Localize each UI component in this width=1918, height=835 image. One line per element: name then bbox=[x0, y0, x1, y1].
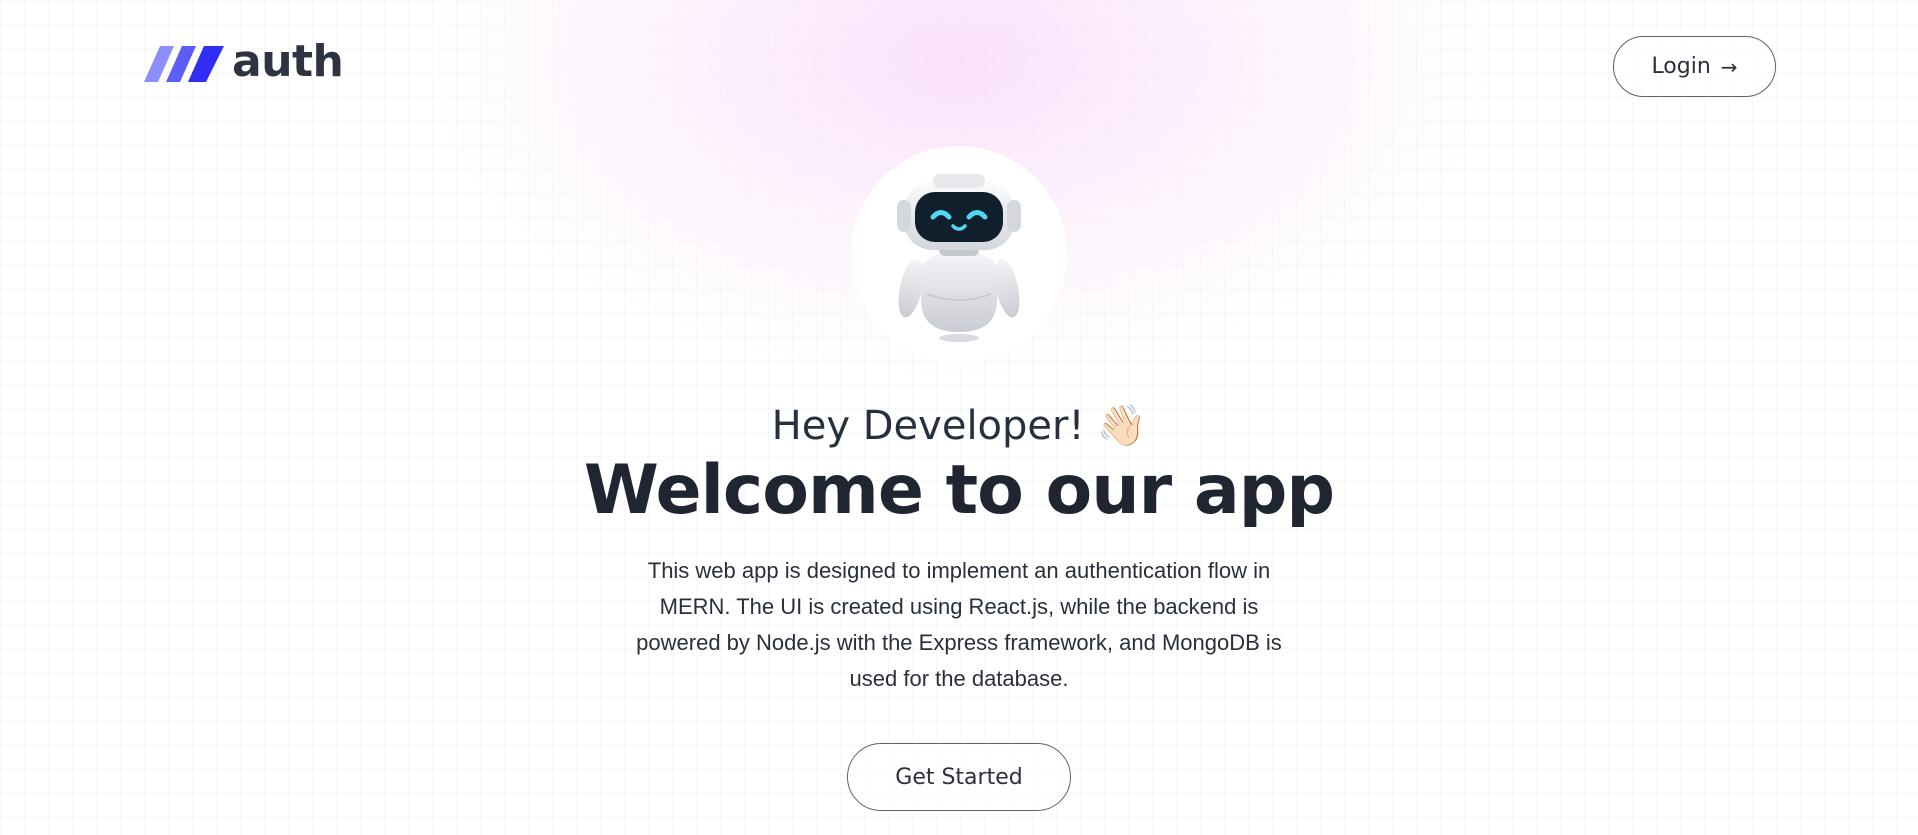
hero-description: This web app is designed to implement an… bbox=[636, 558, 1282, 692]
robot-avatar bbox=[851, 146, 1067, 362]
robot-icon bbox=[897, 174, 1021, 342]
brand-logo[interactable]: auth bbox=[144, 40, 344, 84]
waving-hand-icon: 👋🏻 bbox=[1096, 403, 1147, 449]
greeting-heading: Hey Developer! 👋🏻 bbox=[772, 404, 1147, 448]
brand-name: auth bbox=[232, 36, 344, 87]
login-label: Login bbox=[1651, 54, 1711, 79]
page-title: Welcome to our app bbox=[583, 451, 1335, 530]
navbar: auth Login → bbox=[0, 0, 1918, 135]
login-button[interactable]: Login → bbox=[1613, 36, 1776, 97]
get-started-button[interactable]: Get Started bbox=[847, 743, 1071, 812]
arrow-right-icon: → bbox=[1720, 54, 1738, 79]
greeting-text: Hey Developer! bbox=[771, 403, 1085, 449]
three-slash-stripes-icon bbox=[144, 46, 224, 82]
hero-section: Hey Developer! 👋🏻 Welcome to our app Thi… bbox=[0, 146, 1918, 812]
